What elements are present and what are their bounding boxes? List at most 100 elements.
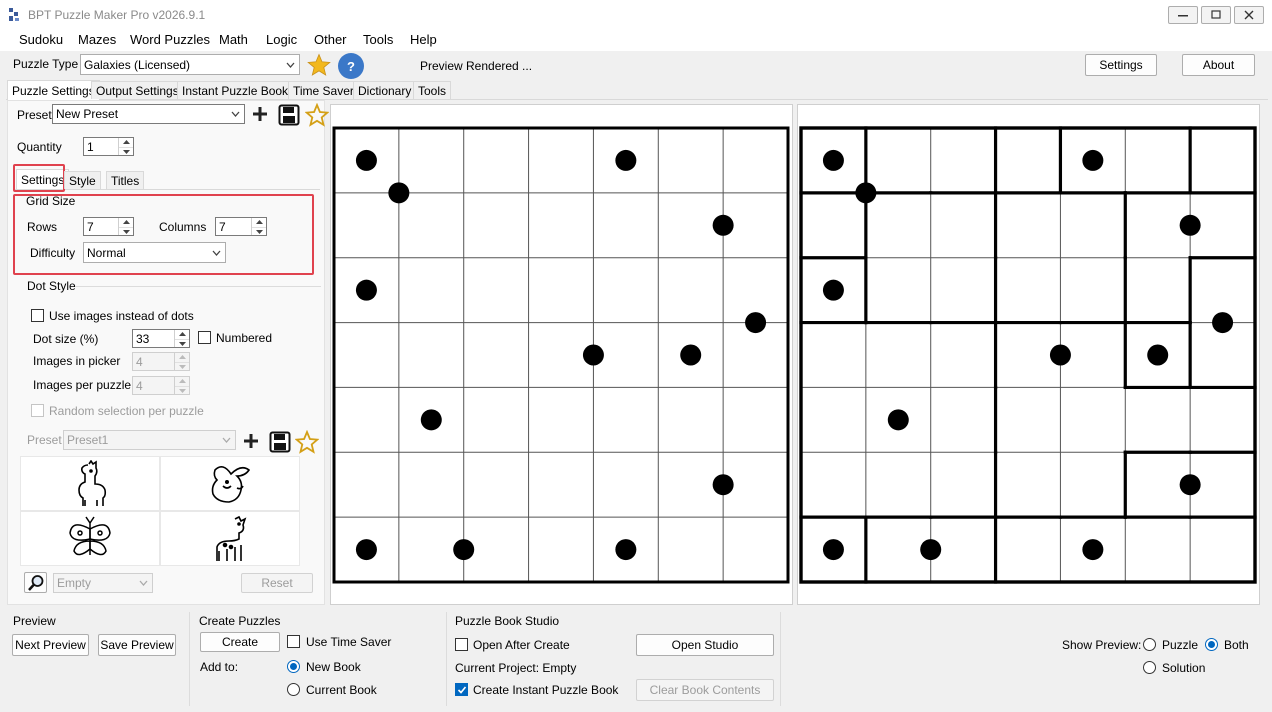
menu-sudoku[interactable]: Sudoku bbox=[19, 32, 63, 47]
maximize-button[interactable] bbox=[1201, 6, 1231, 24]
show-both-radio[interactable] bbox=[1205, 638, 1218, 651]
images-per-puzzle-stepper[interactable]: 4 bbox=[132, 376, 190, 395]
solution-dot bbox=[1049, 344, 1071, 366]
app-icon bbox=[6, 7, 22, 23]
show-both-label: Both bbox=[1224, 638, 1249, 652]
tab-titles[interactable]: Titles bbox=[106, 171, 145, 189]
use-images-checkbox[interactable] bbox=[31, 309, 44, 322]
close-button[interactable] bbox=[1234, 6, 1264, 24]
menu-other[interactable]: Other bbox=[314, 32, 347, 47]
chevron-down-icon bbox=[222, 437, 231, 443]
save-preset-icon[interactable] bbox=[278, 104, 300, 129]
favorite-star-icon[interactable] bbox=[307, 53, 331, 80]
puzzle-type-value: Galaxies (Licensed) bbox=[84, 57, 191, 72]
settings-button[interactable]: Settings bbox=[1085, 54, 1157, 76]
butterfly-icon bbox=[69, 516, 111, 556]
use-time-saver-checkbox[interactable] bbox=[287, 635, 300, 648]
next-preview-button[interactable]: Next Preview bbox=[12, 634, 89, 656]
status-text: Preview Rendered ... bbox=[420, 59, 533, 73]
images-in-picker-stepper[interactable]: 4 bbox=[132, 352, 190, 371]
puzzle-preview[interactable] bbox=[330, 104, 793, 605]
favorite-preset-star-icon[interactable] bbox=[304, 102, 330, 130]
quantity-stepper[interactable]: 1 bbox=[83, 137, 134, 156]
solution-dot bbox=[822, 279, 844, 301]
solution-dot bbox=[1147, 344, 1169, 366]
puzzle-type-select[interactable]: Galaxies (Licensed) bbox=[80, 54, 300, 75]
tab-dictionary[interactable]: Dictionary bbox=[353, 81, 417, 99]
preset-select[interactable]: New Preset bbox=[52, 104, 245, 124]
zoom-button[interactable] bbox=[24, 572, 47, 593]
save-preview-button[interactable]: Save Preview bbox=[98, 634, 176, 656]
new-book-label: New Book bbox=[306, 660, 361, 674]
tab-output-settings[interactable]: Output Settings bbox=[91, 81, 184, 99]
solution-dot bbox=[1212, 312, 1234, 334]
add-preset-icon[interactable] bbox=[252, 106, 268, 125]
tab-instant-puzzle-books[interactable]: Instant Puzzle Books bbox=[177, 81, 300, 99]
grid-size-highlight bbox=[13, 194, 314, 275]
menu-logic[interactable]: Logic bbox=[266, 32, 297, 47]
menu-math[interactable]: Math bbox=[219, 32, 248, 47]
help-icon[interactable]: ? bbox=[338, 53, 364, 79]
save-image-preset-icon[interactable] bbox=[269, 431, 291, 456]
show-solution-radio[interactable] bbox=[1143, 661, 1156, 674]
image-preset-value: Preset1 bbox=[67, 433, 109, 447]
open-after-create-label: Open After Create bbox=[473, 638, 570, 652]
dot-size-spin-buttons[interactable] bbox=[174, 330, 189, 347]
rabbit-icon bbox=[211, 466, 251, 503]
picker-cell-rabbit[interactable] bbox=[161, 457, 299, 510]
quantity-spin-buttons[interactable] bbox=[118, 138, 133, 155]
preview-group-title: Preview bbox=[13, 614, 56, 628]
add-image-preset-icon[interactable] bbox=[243, 433, 259, 452]
open-studio-button[interactable]: Open Studio bbox=[636, 634, 774, 656]
tab-style[interactable]: Style bbox=[64, 171, 101, 189]
image-select[interactable]: Empty bbox=[53, 573, 153, 593]
solution-dot bbox=[1082, 149, 1104, 171]
solution-dot bbox=[887, 409, 909, 431]
create-group-title: Create Puzzles bbox=[199, 614, 281, 628]
random-selection-checkbox[interactable] bbox=[31, 404, 44, 417]
group-separator bbox=[446, 612, 447, 706]
menu-word-puzzles[interactable]: Word Puzzles bbox=[130, 32, 210, 47]
picker-cell-butterfly[interactable] bbox=[21, 512, 159, 565]
quantity-value: 1 bbox=[87, 139, 94, 154]
image-select-value: Empty bbox=[57, 576, 92, 590]
show-preview-label: Show Preview: bbox=[1062, 638, 1142, 652]
about-button[interactable]: About bbox=[1182, 54, 1255, 76]
tab-time-saver[interactable]: Time Saver bbox=[288, 81, 359, 99]
images-in-picker-spin-buttons[interactable] bbox=[174, 353, 189, 370]
reset-button[interactable]: Reset bbox=[241, 573, 313, 593]
clear-book-contents-button[interactable]: Clear Book Contents bbox=[636, 679, 774, 701]
puzzle-type-label: Puzzle Type bbox=[13, 57, 79, 71]
solution-preview[interactable] bbox=[797, 104, 1260, 605]
checkmark-icon bbox=[457, 686, 467, 694]
show-puzzle-radio[interactable] bbox=[1143, 638, 1156, 651]
picker-cell-llama[interactable] bbox=[21, 457, 159, 510]
favorite-image-preset-star-icon[interactable] bbox=[294, 429, 320, 457]
menu-tools[interactable]: Tools bbox=[363, 32, 393, 47]
puzzle-dot bbox=[453, 539, 475, 561]
current-project-text: Current Project: Empty bbox=[455, 661, 577, 675]
group-separator bbox=[189, 612, 190, 706]
puzzle-dot bbox=[745, 312, 767, 334]
create-button[interactable]: Create bbox=[200, 632, 280, 652]
image-preset-select[interactable]: Preset1 bbox=[63, 430, 236, 450]
new-book-radio[interactable] bbox=[287, 660, 300, 673]
minimize-button[interactable] bbox=[1168, 6, 1198, 24]
tab-tools[interactable]: Tools bbox=[413, 81, 452, 99]
open-after-create-checkbox[interactable] bbox=[455, 638, 468, 651]
images-per-puzzle-value: 4 bbox=[136, 378, 143, 393]
dot-size-stepper[interactable]: 33 bbox=[132, 329, 190, 348]
create-instant-book-checkbox[interactable] bbox=[455, 683, 468, 696]
solution-dot bbox=[822, 149, 844, 171]
tab-puzzle-settings[interactable]: Puzzle Settings bbox=[7, 80, 100, 100]
puzzle-dot bbox=[420, 409, 442, 431]
picker-cell-deer[interactable] bbox=[161, 512, 299, 565]
preset-label: Preset bbox=[17, 108, 52, 122]
current-book-radio[interactable] bbox=[287, 683, 300, 696]
numbered-checkbox[interactable] bbox=[198, 331, 211, 344]
show-solution-label: Solution bbox=[1162, 661, 1206, 675]
solution-dot bbox=[855, 182, 877, 204]
menu-mazes[interactable]: Mazes bbox=[78, 32, 116, 47]
menu-help[interactable]: Help bbox=[410, 32, 437, 47]
images-per-puzzle-spin-buttons[interactable] bbox=[174, 377, 189, 394]
